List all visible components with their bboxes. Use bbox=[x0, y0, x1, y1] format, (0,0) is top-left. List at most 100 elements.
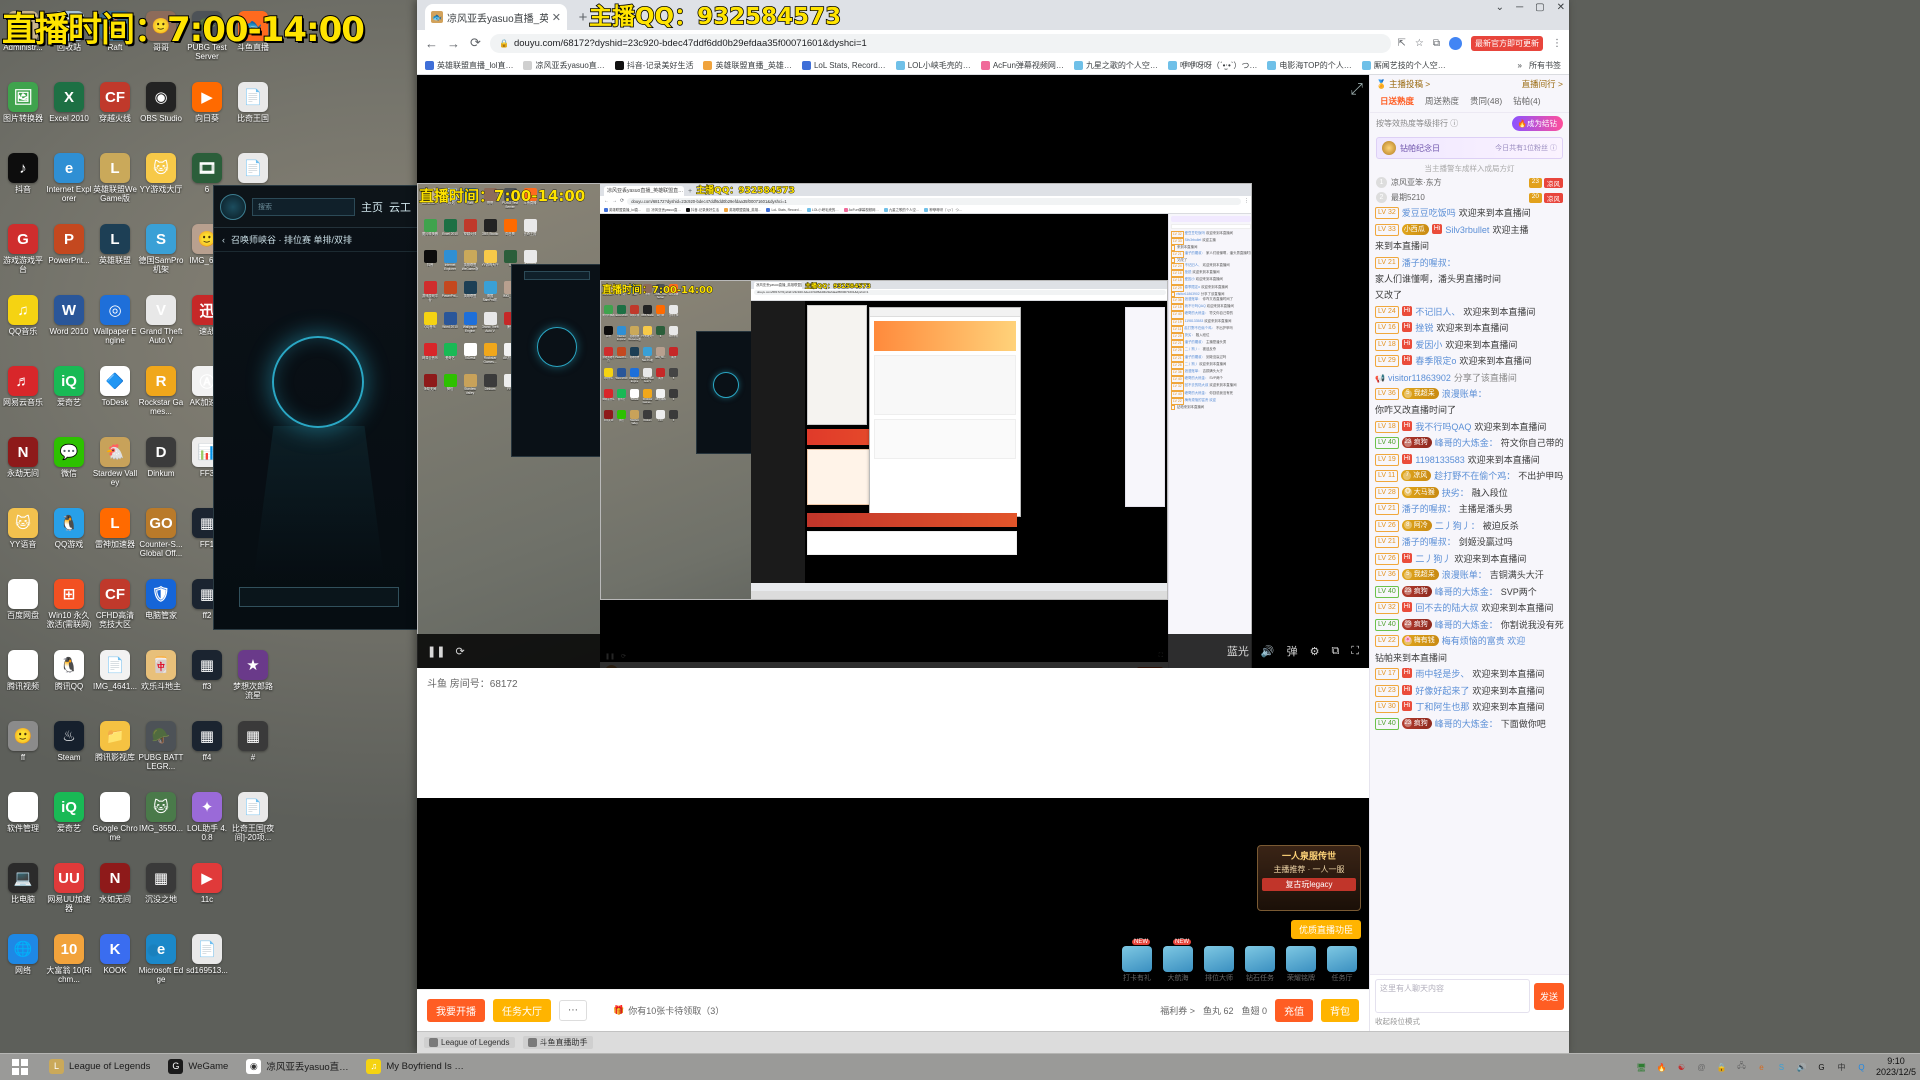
desktop-icon[interactable]: ▦ ff3 bbox=[184, 645, 230, 716]
split-view-icon[interactable]: ⧉ bbox=[1433, 38, 1440, 49]
chat-user-name[interactable]: 丁和阿生也那 bbox=[1415, 701, 1469, 714]
chat-user-name[interactable]: 回不去的陆大叔 bbox=[1415, 602, 1478, 615]
contrib-rank-link[interactable]: 🏅 主播投稿 > bbox=[1376, 78, 1430, 90]
desktop-icon[interactable]: 💻 比电脑 bbox=[0, 858, 46, 929]
bookmark-item[interactable]: 英雄联盟直播_英雄… bbox=[703, 60, 792, 71]
desktop-icon[interactable]: 🔷 ToDesk bbox=[92, 361, 138, 432]
desktop-icon[interactable]: 🐧 腾讯QQ bbox=[46, 645, 92, 716]
avatar[interactable] bbox=[1449, 36, 1462, 50]
pip-icon[interactable]: ⧉ bbox=[1331, 645, 1339, 658]
danmaku-toggle[interactable]: 弹 bbox=[1287, 643, 1298, 659]
desktop-icon[interactable]: ▶ 向日葵 bbox=[184, 77, 230, 148]
desktop-icon[interactable]: ◎ Wallpaper Engine bbox=[92, 290, 138, 361]
chat-user-name[interactable]: 趁打野不在偷个鸡： bbox=[1434, 470, 1515, 483]
chat-user-name[interactable]: 爱豆豆吃饭吗 bbox=[1402, 207, 1456, 220]
desktop-icon[interactable]: 10 大富翁 10(Richm... bbox=[46, 929, 92, 1000]
gift-shortcut[interactable]: 钻石任务 bbox=[1243, 946, 1277, 983]
desktop-icon[interactable]: W Word 2010 bbox=[46, 290, 92, 361]
chat-message-list[interactable]: LV 32 爱豆豆吃饭吗 欢迎来到本直播间 LV 33 小西瓜 Hi Silv3rbulle… bbox=[1370, 205, 1569, 974]
address-bar[interactable]: 🔒 douyu.com/68172?dyshid=23c920-bdec47dd… bbox=[490, 33, 1391, 53]
desktop-icon[interactable]: 🀄 欢乐斗地主 bbox=[138, 645, 184, 716]
desktop-icon[interactable]: ▦ ff4 bbox=[184, 716, 230, 787]
promo-card[interactable]: 一人泉服传世 主播推荐 · 一人一服 复古玩legacy bbox=[1257, 845, 1361, 911]
desktop-icon[interactable]: R Rockstar Games... bbox=[138, 361, 184, 432]
desktop-icon[interactable]: ♫ QQ音乐 bbox=[0, 290, 46, 361]
taskbar-item[interactable]: L League of Legends bbox=[40, 1054, 159, 1080]
desktop-icon[interactable]: ☁ 百度网盘 bbox=[0, 574, 46, 645]
browser-icon[interactable]: e bbox=[1755, 1061, 1768, 1074]
chat-tab[interactable]: 日送熟度 bbox=[1376, 93, 1418, 109]
at-icon[interactable]: @ bbox=[1695, 1061, 1708, 1074]
desktop-icon[interactable]: 🐧 QQ游戏 bbox=[46, 503, 92, 574]
taskbar-item[interactable]: G WeGame bbox=[159, 1054, 237, 1080]
gift-shortcut[interactable]: 排位大师 bbox=[1202, 946, 1236, 983]
reload-icon[interactable]: ⟳ bbox=[468, 35, 483, 51]
bookmark-star-icon[interactable]: ☆ bbox=[1415, 38, 1424, 49]
chevron-down-icon[interactable]: ⌄ bbox=[1496, 2, 1504, 13]
lock-icon[interactable]: 🔒 bbox=[1715, 1061, 1728, 1074]
wallet-item[interactable]: 背包 bbox=[1321, 999, 1359, 1022]
chrome-menu-icon[interactable]: ⋮ bbox=[1552, 38, 1562, 49]
bookmark-item[interactable]: LoL Stats, Record… bbox=[801, 60, 886, 70]
video-player-stage[interactable]: Administr... 回收站 Raft 哥哥 PUBG Test Server 斗鱼直… bbox=[417, 75, 1369, 668]
refresh-button[interactable]: ⟳ bbox=[455, 645, 464, 658]
desktop-icon[interactable]: ★ 梦想次郎路 流星 bbox=[230, 645, 276, 716]
desktop-icon[interactable]: 🐱 YY游戏大厅 bbox=[138, 148, 184, 219]
yin-yang-icon[interactable]: ☯ bbox=[1675, 1061, 1688, 1074]
game-platform-icon[interactable]: G bbox=[1815, 1061, 1828, 1074]
desktop-icon[interactable]: 🪖 PUBG BATTLEGR... bbox=[138, 716, 184, 787]
rank-item[interactable]: 2 最期5210 20 凉风 bbox=[1370, 190, 1569, 205]
desktop-icon[interactable]: 🐔 Stardew Valley bbox=[92, 432, 138, 503]
league-input-field[interactable] bbox=[239, 587, 399, 607]
desktop-icon[interactable]: CF 穿越火线 bbox=[92, 77, 138, 148]
chat-user-name[interactable]: 挫锐 bbox=[1415, 322, 1433, 335]
start-stream-button[interactable]: 我要开播 bbox=[427, 999, 485, 1022]
chat-user-name[interactable]: 峰哥的大炼金： bbox=[1435, 718, 1498, 731]
league-nav-home[interactable]: 主页 bbox=[361, 199, 383, 215]
wallet-item[interactable]: 鱼丸 62 bbox=[1203, 1004, 1234, 1017]
desktop-icon[interactable]: ♨ Steam bbox=[46, 716, 92, 787]
chat-user-name[interactable]: 潘子的喔叔： bbox=[1402, 503, 1456, 516]
desktop-icon[interactable]: CF CFHD高清竞技大区 bbox=[92, 574, 138, 645]
noble-anniversary-card[interactable]: 钻帕纪念日 今日共有1位粉丝 ⓘ bbox=[1376, 137, 1563, 159]
send-button[interactable]: 发送 bbox=[1533, 982, 1564, 1010]
bookmarks-overflow-icon[interactable]: » bbox=[1518, 61, 1522, 70]
lucky-banner[interactable]: 优质直播功臣 bbox=[1290, 920, 1361, 939]
desktop-icon[interactable]: 🐱 YY语音 bbox=[0, 503, 46, 574]
league-search-input[interactable]: 搜索 bbox=[252, 197, 355, 216]
start-button[interactable] bbox=[0, 1054, 40, 1080]
desktop-icon[interactable]: 📄 sd169513... bbox=[184, 929, 230, 1000]
desktop-icon[interactable]: ▦ 沉没之地 bbox=[138, 858, 184, 929]
desktop-icon[interactable]: GO Counter-S... Global Off... bbox=[138, 503, 184, 574]
desktop-icon[interactable]: N 水如无间 bbox=[92, 858, 138, 929]
flame-icon[interactable]: 🔥 bbox=[1655, 1061, 1668, 1074]
update-pill[interactable]: 最新官方即可更新 bbox=[1471, 35, 1543, 51]
chat-user-name[interactable]: 浪漫账单： bbox=[1442, 388, 1487, 401]
gift-shortcut[interactable]: NEW 大航海 bbox=[1161, 939, 1195, 983]
desktop-icon[interactable]: L 雷神加速器 bbox=[92, 503, 138, 574]
chat-user-name[interactable]: 春季限定o bbox=[1415, 355, 1456, 368]
desktop-icon[interactable]: 📄 IMG_4641... bbox=[92, 645, 138, 716]
chrome-browser-window[interactable]: 🐟 凉风亚丢yasuo直播_英雄联盟直… ✕ + 主播QQ：932584573 … bbox=[417, 0, 1569, 1053]
quality-selector[interactable]: 蓝光 bbox=[1227, 643, 1249, 659]
chat-tab[interactable]: 贵同(48) bbox=[1466, 93, 1506, 109]
desktop-icon[interactable]: ▦# bbox=[230, 716, 276, 787]
desktop-icon[interactable]: ⊞ Win10 永久激活(需联网) bbox=[46, 574, 92, 645]
gift-shortcut[interactable]: 任务厅 bbox=[1325, 946, 1359, 983]
share-icon[interactable]: ⇱ bbox=[1398, 38, 1406, 49]
desktop-icon[interactable]: N 永劫无间 bbox=[0, 432, 46, 503]
chat-user-name[interactable]: 抉劣： bbox=[1442, 487, 1469, 500]
back-icon[interactable]: ← bbox=[424, 36, 439, 51]
promo-cta[interactable]: 复古玩legacy bbox=[1262, 878, 1356, 891]
desktop-icon[interactable]: UU 网易UU加速器 bbox=[46, 858, 92, 929]
chat-user-name[interactable]: 雨中轻是步、 bbox=[1415, 668, 1469, 681]
desktop-icon[interactable]: iQ 爱奇艺 bbox=[46, 361, 92, 432]
task-hall-button[interactable]: 任务大厅 bbox=[493, 999, 551, 1022]
close-window-button[interactable]: ✕ bbox=[1557, 2, 1565, 13]
volume-icon[interactable]: 🔊 bbox=[1795, 1061, 1808, 1074]
minimize-button[interactable]: ─ bbox=[1516, 2, 1523, 13]
chat-user-name[interactable]: 二丿狗丿 bbox=[1415, 553, 1451, 566]
forward-icon[interactable]: → bbox=[446, 36, 461, 51]
bookmark-item[interactable]: 厮闻艺技的个人空… bbox=[1361, 60, 1446, 71]
desktop-icon[interactable]: ♬ 网易云音乐 bbox=[0, 361, 46, 432]
